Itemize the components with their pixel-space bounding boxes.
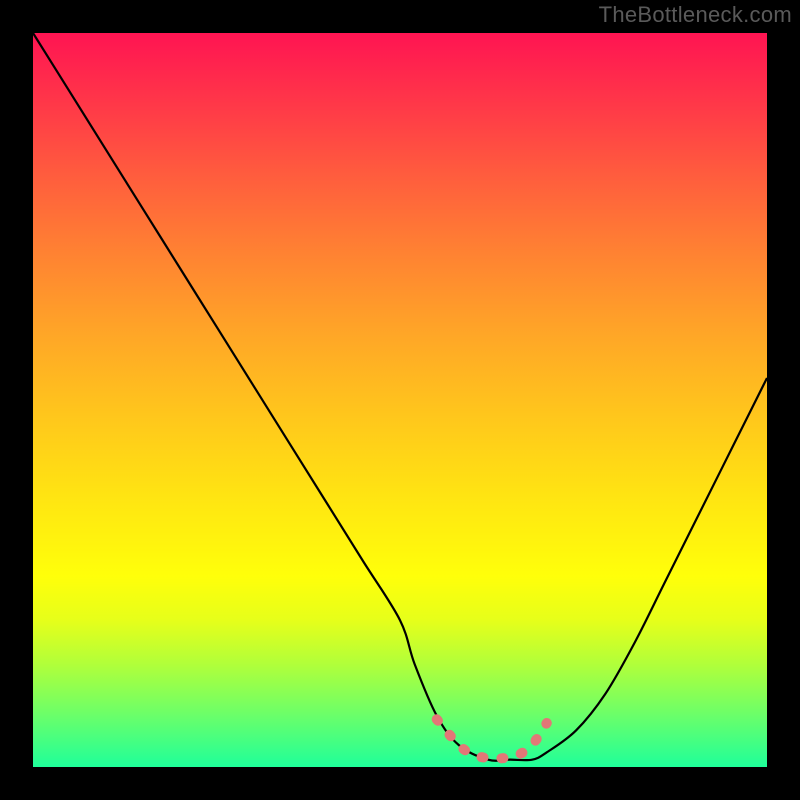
watermark-text: TheBottleneck.com <box>599 2 792 28</box>
plot-area <box>33 33 767 767</box>
chart-frame: TheBottleneck.com <box>0 0 800 800</box>
chart-svg <box>33 33 767 767</box>
bottleneck-curve-path <box>33 33 767 761</box>
optimal-marker-path <box>437 719 547 758</box>
